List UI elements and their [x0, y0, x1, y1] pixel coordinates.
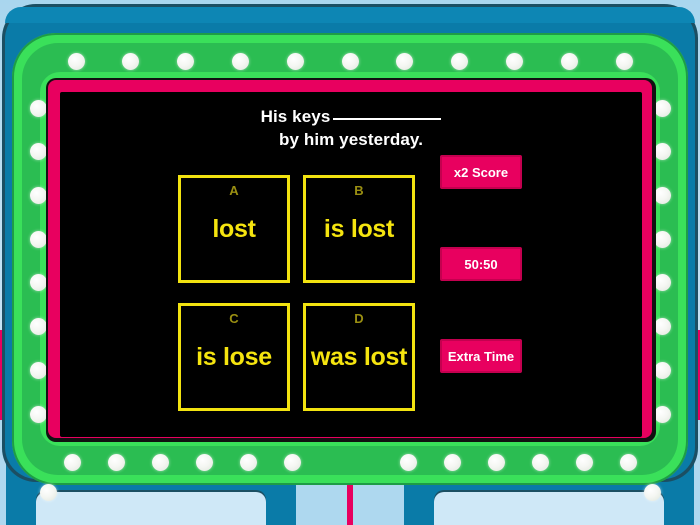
marquee-bulb-top-5	[286, 52, 304, 70]
marquee-bulb-top-6	[341, 52, 359, 70]
arcade-quiz-screen: His keys by him yesterday. A lost B is l…	[0, 0, 700, 525]
marquee-bulb-right-1	[653, 99, 671, 117]
marquee-bulb-left-4	[29, 230, 47, 248]
marquee-bulb-left-7	[29, 361, 47, 379]
question-blank	[333, 118, 442, 120]
marquee-bulb-left-6	[29, 318, 47, 336]
marquee-bulb-top-4	[231, 52, 249, 70]
marquee-bulb-bottom-left-5	[239, 453, 257, 471]
marquee-bulb-left-5	[29, 274, 47, 292]
marquee-bulb-bottom-right-1	[399, 453, 417, 471]
marquee-bulb-leg-right-1	[643, 483, 661, 501]
powerup-fifty-fifty[interactable]: 50:50	[440, 247, 522, 281]
marquee-bulb-bottom-right-5	[575, 453, 593, 471]
cabinet-teal-highlight	[5, 7, 695, 23]
answer-text-c: is lose	[196, 342, 272, 371]
marquee-bulb-right-7	[653, 361, 671, 379]
marquee-bulb-top-10	[560, 52, 578, 70]
marquee-bulb-right-4	[653, 230, 671, 248]
marquee-bulb-top-3	[177, 52, 195, 70]
marquee-bulb-top-7	[396, 52, 414, 70]
question-line-1: His keys	[260, 107, 331, 126]
marquee-bulb-bottom-left-2	[107, 453, 125, 471]
marquee-bulb-left-3	[29, 186, 47, 204]
game-screen: His keys by him yesterday. A lost B is l…	[60, 92, 642, 437]
marquee-bulb-top-11	[615, 52, 633, 70]
marquee-bulb-left-2	[29, 143, 47, 161]
marquee-bulb-bottom-left-1	[63, 453, 81, 471]
marquee-bulb-bottom-right-4	[531, 453, 549, 471]
answer-card-c[interactable]: C is lose	[178, 303, 290, 411]
marquee-bulb-left-8	[29, 405, 47, 423]
marquee-bulb-bottom-right-6	[619, 453, 637, 471]
marquee-bulb-top-2	[122, 52, 140, 70]
answer-text-a: lost	[212, 214, 256, 243]
powerup-x2-score[interactable]: x2 Score	[440, 155, 522, 189]
marquee-bulb-bottom-right-3	[487, 453, 505, 471]
marquee-bulb-right-5	[653, 274, 671, 292]
cabinet-foot-right	[434, 492, 664, 525]
marquee-bulb-left-1	[29, 99, 47, 117]
question-text: His keys by him yesterday.	[60, 106, 642, 152]
marquee-bulb-right-8	[653, 405, 671, 423]
answer-text-b: is lost	[323, 214, 395, 243]
powerup-extra-time[interactable]: Extra Time	[440, 339, 522, 373]
answer-card-d[interactable]: D was lost	[303, 303, 415, 411]
marquee-bulb-right-6	[653, 318, 671, 336]
marquee-bulb-bottom-left-6	[283, 453, 301, 471]
marquee-bulb-bottom-left-3	[151, 453, 169, 471]
marquee-bulb-bottom-right-2	[443, 453, 461, 471]
marquee-bulb-right-3	[653, 186, 671, 204]
answer-text-d: was lost	[310, 342, 408, 371]
marquee-bulb-bottom-left-4	[195, 453, 213, 471]
marquee-bulb-top-9	[505, 52, 523, 70]
marquee-bulb-top-8	[451, 52, 469, 70]
answer-card-b[interactable]: B is lost	[303, 175, 415, 283]
answer-card-a[interactable]: A lost	[178, 175, 290, 283]
marquee-bulb-right-2	[653, 143, 671, 161]
marquee-bulb-leg-left-1	[39, 483, 57, 501]
question-line-2: by him yesterday.	[278, 129, 424, 149]
cabinet-foot-left	[36, 492, 266, 525]
marquee-bulb-top-1	[67, 52, 85, 70]
